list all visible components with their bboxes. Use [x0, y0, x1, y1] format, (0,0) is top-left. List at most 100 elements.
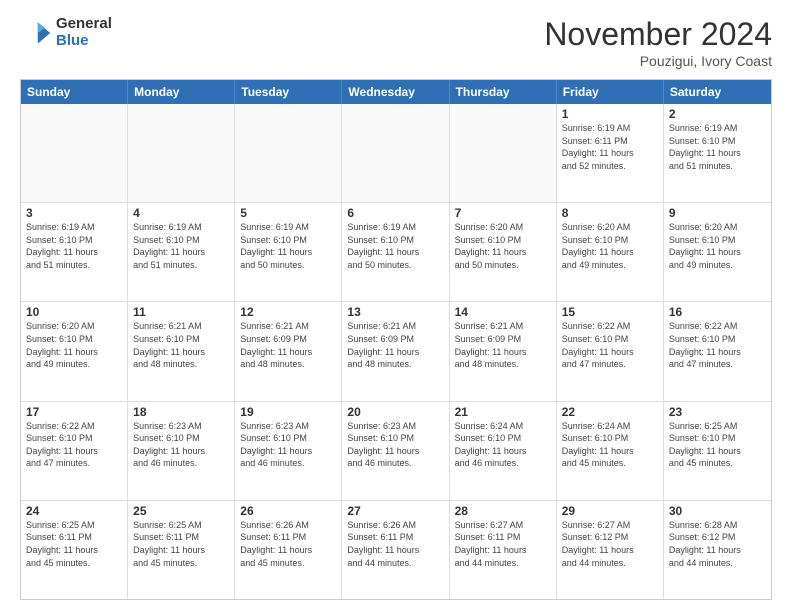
calendar-cell: 9Sunrise: 6:20 AM Sunset: 6:10 PM Daylig… — [664, 203, 771, 301]
calendar-cell: 3Sunrise: 6:19 AM Sunset: 6:10 PM Daylig… — [21, 203, 128, 301]
calendar-row: 3 Sunrise: 6:19 AM Sunset: 6:10 PM Daylig… — [21, 202, 771, 301]
day-info: Sunrise: 6:28 AM Sunset: 6:12 PM Dayligh… — [669, 519, 766, 569]
day-info: Sunrise: 6:21 AM Sunset: 6:09 PM Dayligh… — [455, 320, 551, 370]
day-info: Sunrise: 6:21 AM Sunset: 6:09 PM Dayligh… — [347, 320, 443, 370]
calendar-header-cell: Monday — [128, 80, 235, 104]
day-number: 8 — [562, 206, 658, 220]
calendar-cell: 16Sunrise: 6:22 AM Sunset: 6:10 PM Dayli… — [664, 302, 771, 400]
day-info: Sunrise: 6:19 AM Sunset: 6:10 PM Dayligh… — [240, 221, 336, 271]
day-number: 21 — [455, 405, 551, 419]
logo-general: General — [56, 16, 112, 33]
calendar-cell: 22Sunrise: 6:24 AM Sunset: 6:10 PM Dayli… — [557, 402, 664, 500]
day-number: 24 — [26, 504, 122, 518]
day-number: 28 — [455, 504, 551, 518]
day-info: Sunrise: 6:24 AM Sunset: 6:10 PM Dayligh… — [562, 420, 658, 470]
day-info: Sunrise: 6:25 AM Sunset: 6:11 PM Dayligh… — [26, 519, 122, 569]
day-number: 18 — [133, 405, 229, 419]
day-number: 7 — [455, 206, 551, 220]
day-number: 3 — [26, 206, 122, 220]
day-info: Sunrise: 6:19 AM Sunset: 6:10 PM Dayligh… — [347, 221, 443, 271]
day-number: 11 — [133, 305, 229, 319]
day-number: 29 — [562, 504, 658, 518]
day-number: 17 — [26, 405, 122, 419]
calendar-header-cell: Wednesday — [342, 80, 449, 104]
calendar-cell: 13Sunrise: 6:21 AM Sunset: 6:09 PM Dayli… — [342, 302, 449, 400]
logo-text: General Blue — [56, 16, 112, 49]
calendar-cell: 1Sunrise: 6:19 AM Sunset: 6:11 PM Daylig… — [557, 104, 664, 202]
day-number: 16 — [669, 305, 766, 319]
calendar-cell: 5Sunrise: 6:19 AM Sunset: 6:10 PM Daylig… — [235, 203, 342, 301]
calendar-cell: 10Sunrise: 6:20 AM Sunset: 6:10 PM Dayli… — [21, 302, 128, 400]
title-area: November 2024 Pouzigui, Ivory Coast — [544, 16, 772, 69]
calendar-cell: 27Sunrise: 6:26 AM Sunset: 6:11 PM Dayli… — [342, 501, 449, 599]
day-info: Sunrise: 6:19 AM Sunset: 6:11 PM Dayligh… — [562, 122, 658, 172]
calendar-cell: 24Sunrise: 6:25 AM Sunset: 6:11 PM Dayli… — [21, 501, 128, 599]
day-info: Sunrise: 6:27 AM Sunset: 6:11 PM Dayligh… — [455, 519, 551, 569]
day-info: Sunrise: 6:23 AM Sunset: 6:10 PM Dayligh… — [133, 420, 229, 470]
day-info: Sunrise: 6:23 AM Sunset: 6:10 PM Dayligh… — [347, 420, 443, 470]
calendar-row: 10Sunrise: 6:20 AM Sunset: 6:10 PM Dayli… — [21, 301, 771, 400]
day-number: 6 — [347, 206, 443, 220]
day-number: 13 — [347, 305, 443, 319]
logo-icon — [20, 17, 52, 49]
day-info: Sunrise: 6:24 AM Sunset: 6:10 PM Dayligh… — [455, 420, 551, 470]
calendar-cell: 4Sunrise: 6:19 AM Sunset: 6:10 PM Daylig… — [128, 203, 235, 301]
calendar-header-cell: Thursday — [450, 80, 557, 104]
calendar-cell: 18Sunrise: 6:23 AM Sunset: 6:10 PM Dayli… — [128, 402, 235, 500]
day-number: 9 — [669, 206, 766, 220]
calendar-cell: 17Sunrise: 6:22 AM Sunset: 6:10 PM Dayli… — [21, 402, 128, 500]
day-number: 12 — [240, 305, 336, 319]
day-number: 20 — [347, 405, 443, 419]
day-info: Sunrise: 6:25 AM Sunset: 6:11 PM Dayligh… — [133, 519, 229, 569]
month-title: November 2024 — [544, 16, 772, 53]
day-number: 30 — [669, 504, 766, 518]
day-info: Sunrise: 6:19 AM Sunset: 6:10 PM Dayligh… — [133, 221, 229, 271]
day-number: 2 — [669, 107, 766, 121]
calendar-cell-empty — [235, 104, 342, 202]
day-info: Sunrise: 6:26 AM Sunset: 6:11 PM Dayligh… — [240, 519, 336, 569]
calendar-row: 1Sunrise: 6:19 AM Sunset: 6:11 PM Daylig… — [21, 104, 771, 202]
day-info: Sunrise: 6:20 AM Sunset: 6:10 PM Dayligh… — [669, 221, 766, 271]
calendar-body: 1Sunrise: 6:19 AM Sunset: 6:11 PM Daylig… — [21, 104, 771, 599]
header: General Blue November 2024 Pouzigui, Ivo… — [20, 16, 772, 69]
calendar-cell: 14Sunrise: 6:21 AM Sunset: 6:09 PM Dayli… — [450, 302, 557, 400]
day-number: 5 — [240, 206, 336, 220]
day-info: Sunrise: 6:19 AM Sunset: 6:10 PM Dayligh… — [669, 122, 766, 172]
calendar-cell: 20Sunrise: 6:23 AM Sunset: 6:10 PM Dayli… — [342, 402, 449, 500]
day-info: Sunrise: 6:22 AM Sunset: 6:10 PM Dayligh… — [562, 320, 658, 370]
calendar-cell-empty — [21, 104, 128, 202]
day-number: 26 — [240, 504, 336, 518]
calendar-cell: 29Sunrise: 6:27 AM Sunset: 6:12 PM Dayli… — [557, 501, 664, 599]
day-info: Sunrise: 6:20 AM Sunset: 6:10 PM Dayligh… — [562, 221, 658, 271]
calendar-cell: 7Sunrise: 6:20 AM Sunset: 6:10 PM Daylig… — [450, 203, 557, 301]
calendar-header-cell: Tuesday — [235, 80, 342, 104]
day-info: Sunrise: 6:22 AM Sunset: 6:10 PM Dayligh… — [26, 420, 122, 470]
day-number: 14 — [455, 305, 551, 319]
day-number: 10 — [26, 305, 122, 319]
day-number: 25 — [133, 504, 229, 518]
calendar-header-cell: Sunday — [21, 80, 128, 104]
page: General Blue November 2024 Pouzigui, Ivo… — [0, 0, 792, 612]
calendar-cell: 8Sunrise: 6:20 AM Sunset: 6:10 PM Daylig… — [557, 203, 664, 301]
calendar-cell: 25Sunrise: 6:25 AM Sunset: 6:11 PM Dayli… — [128, 501, 235, 599]
calendar-cell: 15Sunrise: 6:22 AM Sunset: 6:10 PM Dayli… — [557, 302, 664, 400]
calendar-cell: 12Sunrise: 6:21 AM Sunset: 6:09 PM Dayli… — [235, 302, 342, 400]
calendar-header-cell: Friday — [557, 80, 664, 104]
location: Pouzigui, Ivory Coast — [544, 53, 772, 69]
logo-blue: Blue — [56, 33, 112, 50]
calendar-cell: 2Sunrise: 6:19 AM Sunset: 6:10 PM Daylig… — [664, 104, 771, 202]
calendar-cell: 28Sunrise: 6:27 AM Sunset: 6:11 PM Dayli… — [450, 501, 557, 599]
day-info: Sunrise: 6:25 AM Sunset: 6:10 PM Dayligh… — [669, 420, 766, 470]
calendar-cell-empty — [342, 104, 449, 202]
calendar-cell: 11Sunrise: 6:21 AM Sunset: 6:10 PM Dayli… — [128, 302, 235, 400]
day-number: 27 — [347, 504, 443, 518]
calendar-cell: 23Sunrise: 6:25 AM Sunset: 6:10 PM Dayli… — [664, 402, 771, 500]
calendar-cell: 6Sunrise: 6:19 AM Sunset: 6:10 PM Daylig… — [342, 203, 449, 301]
day-number: 4 — [133, 206, 229, 220]
calendar-row: 17Sunrise: 6:22 AM Sunset: 6:10 PM Dayli… — [21, 401, 771, 500]
calendar-header-cell: Saturday — [664, 80, 771, 104]
logo: General Blue — [20, 16, 112, 49]
day-number: 1 — [562, 107, 658, 121]
day-info: Sunrise: 6:26 AM Sunset: 6:11 PM Dayligh… — [347, 519, 443, 569]
calendar-cell: 30Sunrise: 6:28 AM Sunset: 6:12 PM Dayli… — [664, 501, 771, 599]
